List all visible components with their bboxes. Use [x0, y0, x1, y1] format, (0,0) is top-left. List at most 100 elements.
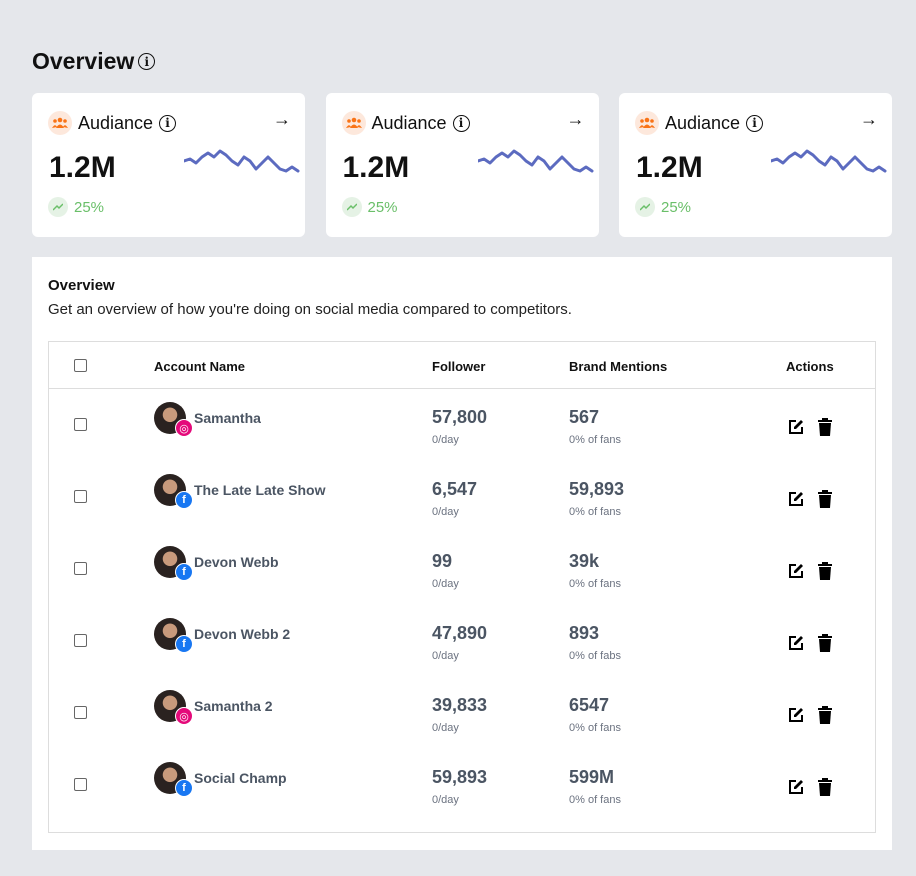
facebook-icon: f	[175, 779, 193, 797]
users-icon	[341, 111, 366, 135]
accounts-table: Account Name Follower Brand Mentions Act…	[48, 341, 876, 833]
card-value: 1.2M	[636, 151, 703, 184]
arrow-right-icon[interactable]: →	[567, 109, 585, 130]
instagram-icon: ◎	[175, 419, 193, 437]
brand-mentions: 893	[569, 623, 600, 643]
mentions-share: 0% of fans	[569, 506, 621, 518]
instagram-icon: ◎	[175, 707, 193, 725]
brand-mentions: 567	[569, 407, 600, 427]
card-label: Audiance	[78, 112, 154, 133]
brand-mentions: 39k	[569, 551, 600, 571]
trend: 25%	[48, 197, 104, 217]
card-header: Audiance i	[48, 111, 177, 135]
trash-icon[interactable]	[817, 706, 833, 729]
table-row: ◎ Samantha 57,800 0/day 567 0% of fans	[49, 390, 875, 462]
edit-icon[interactable]	[787, 490, 805, 513]
header-mentions: Brand Mentions	[569, 359, 668, 374]
brand-mentions: 59,893	[569, 479, 625, 499]
mentions-share: 0% of fans	[569, 578, 621, 590]
mentions-share: 0% of fans	[569, 794, 621, 806]
followers: 59,893	[432, 767, 488, 787]
header-follower: Follower	[432, 359, 486, 374]
row-checkbox[interactable]	[74, 634, 87, 647]
audience-card[interactable]: Audiance i → 1.2M 25%	[619, 93, 892, 237]
row-checkbox[interactable]	[74, 418, 87, 431]
followers-rate: 0/day	[432, 578, 459, 590]
account-name[interactable]: Samantha	[194, 410, 261, 426]
row-checkbox[interactable]	[74, 562, 87, 575]
users-icon	[635, 111, 659, 135]
trending-up-icon	[48, 197, 68, 217]
followers-rate: 0/day	[432, 650, 459, 662]
edit-icon[interactable]	[787, 706, 805, 729]
table-row: f Social Champ 59,893 0/day 599M 0% of f…	[49, 750, 875, 822]
trash-icon[interactable]	[817, 562, 833, 585]
followers-rate: 0/day	[432, 794, 459, 806]
edit-icon[interactable]	[787, 634, 805, 657]
followers: 39,833	[432, 695, 488, 715]
page-title-text: Overview	[32, 48, 135, 74]
mentions-share: 0% of fabs	[569, 650, 621, 662]
followers: 99	[432, 551, 453, 571]
account-name[interactable]: The Late Late Show	[194, 482, 325, 498]
trending-up-icon	[341, 197, 362, 217]
audience-card[interactable]: Audiance i → 1.2M 25%	[325, 93, 599, 237]
table-row: ◎ Samantha 2 39,833 0/day 6547 0% of fan…	[49, 678, 875, 750]
mentions-share: 0% of fans	[569, 434, 621, 446]
followers: 6,547	[432, 479, 478, 499]
trend: 25%	[341, 197, 398, 217]
card-header: Audiance i	[635, 111, 764, 135]
users-icon	[48, 111, 72, 135]
header-account: Account Name	[154, 359, 246, 374]
account-name[interactable]: Social Champ	[194, 770, 287, 786]
table-header: Account Name Follower Brand Mentions Act…	[49, 342, 875, 389]
followers: 47,890	[432, 623, 488, 643]
sparkline	[184, 149, 300, 173]
followers-rate: 0/day	[432, 434, 459, 446]
trend-value: 25%	[367, 198, 398, 216]
trend: 25%	[635, 197, 691, 217]
info-icon[interactable]: i	[452, 114, 470, 132]
mentions-share: 0% of fans	[569, 722, 621, 734]
audience-card[interactable]: Audiance i → 1.2M 25%	[32, 93, 305, 237]
account-name[interactable]: Devon Webb	[194, 554, 279, 570]
edit-icon[interactable]	[787, 562, 805, 585]
table-row: f Devon Webb 99 0/day 39k 0% of fans	[49, 534, 875, 606]
card-label: Audiance	[665, 112, 741, 133]
arrow-right-icon[interactable]: →	[860, 109, 878, 130]
trend-value: 25%	[74, 198, 105, 216]
sparkline	[477, 149, 593, 173]
table-row: f Devon Webb 2 47,890 0/day 893 0% of fa…	[49, 606, 875, 678]
trash-icon[interactable]	[817, 418, 833, 441]
brand-mentions: 599M	[569, 767, 615, 787]
overview-panel: Overview Get an overview of how you're d…	[32, 257, 892, 850]
info-icon[interactable]: i	[159, 114, 177, 132]
info-icon[interactable]: i	[138, 53, 156, 70]
followers-rate: 0/day	[432, 506, 459, 518]
page-title: Overview i	[32, 48, 156, 75]
row-checkbox[interactable]	[74, 490, 87, 503]
trash-icon[interactable]	[817, 778, 833, 801]
trend-value: 25%	[661, 198, 692, 216]
select-all-checkbox[interactable]	[74, 359, 87, 372]
info-icon[interactable]: i	[746, 114, 764, 132]
card-header: Audiance i	[341, 111, 470, 135]
facebook-icon: f	[175, 491, 193, 509]
table-row: f The Late Late Show 6,547 0/day 59,893 …	[49, 462, 875, 534]
arrow-right-icon[interactable]: →	[273, 109, 291, 130]
brand-mentions: 6547	[569, 695, 610, 715]
facebook-icon: f	[175, 635, 193, 653]
edit-icon[interactable]	[787, 418, 805, 441]
header-actions: Actions	[786, 359, 834, 374]
row-checkbox[interactable]	[74, 778, 87, 791]
card-value: 1.2M	[342, 151, 410, 184]
account-name[interactable]: Samantha 2	[194, 698, 273, 714]
account-name[interactable]: Devon Webb 2	[194, 626, 290, 642]
followers: 57,800	[432, 407, 488, 427]
trending-up-icon	[635, 197, 655, 217]
card-value: 1.2M	[49, 151, 116, 184]
edit-icon[interactable]	[787, 778, 805, 801]
trash-icon[interactable]	[817, 634, 833, 657]
row-checkbox[interactable]	[74, 706, 87, 719]
trash-icon[interactable]	[817, 490, 833, 513]
